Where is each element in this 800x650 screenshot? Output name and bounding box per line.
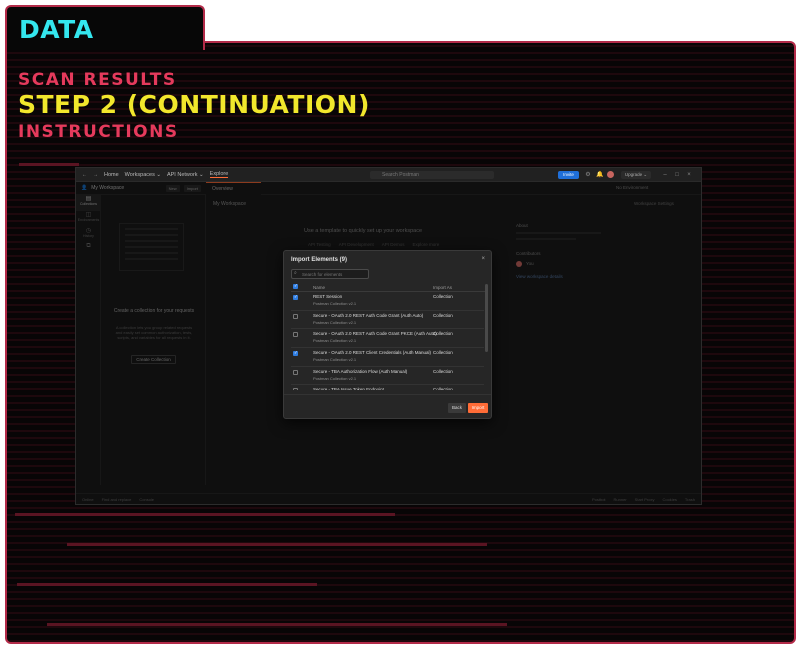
row-format: Postman Collection v2.1 — [313, 375, 357, 381]
row-checkbox[interactable] — [293, 313, 298, 319]
row-checkbox[interactable] — [293, 294, 298, 300]
row-checkbox[interactable] — [293, 350, 298, 357]
scanline-dash — [67, 543, 487, 546]
table-row[interactable]: Secure - OAuth 2.0 REST Auth Code Grant … — [291, 329, 484, 349]
row-format: Postman Collection v2.1 — [313, 338, 357, 344]
user-avatar[interactable] — [607, 171, 614, 178]
tab-join — [7, 40, 203, 44]
row-name: Secure - OAuth 2.0 REST Auth Code Grant … — [313, 312, 424, 318]
row-format: Postman Collection v2.1 — [313, 301, 357, 306]
select-all-checkbox[interactable] — [293, 283, 298, 289]
row-format: Postman Collection v2.1 — [313, 319, 357, 325]
element-search-input[interactable] — [291, 269, 369, 279]
scanline-dash — [19, 163, 79, 166]
settings-gear-icon[interactable]: ⚙ — [584, 171, 592, 179]
row-format: Postman Collection v2.1 — [313, 357, 357, 363]
element-list: REST Session Postman Collection v2.1 Colle… — [291, 292, 484, 390]
scan-results-label: SCAN RESULTS — [18, 70, 177, 90]
row-name: REST Session — [313, 294, 343, 299]
row-import-type[interactable]: Collection — [433, 369, 453, 374]
import-elements-dialog: Import Elements (9) × ⌕ Name Import As R… — [283, 250, 492, 419]
upgrade-button[interactable]: Upgrade ⌄ — [621, 171, 651, 179]
forward-arrow-icon[interactable]: → — [93, 172, 98, 178]
postman-window: ← → Home Workspaces ⌄ API Network ⌄ Expl… — [75, 167, 702, 505]
row-name: Secure - TBA Authorization Flow (Auth Ma… — [313, 368, 408, 374]
invite-button[interactable]: Invite — [558, 171, 579, 179]
step-title: STEP 2 (CONTINUATION) — [18, 90, 370, 119]
table-row[interactable]: Secure - OAuth 2.0 REST Client Credentia… — [291, 348, 484, 367]
scanline-dash — [47, 623, 507, 626]
back-arrow-icon[interactable]: ← — [82, 172, 87, 178]
table-row[interactable]: Secure - TBA Authorization Flow (Auth Ma… — [291, 367, 484, 386]
nav-home[interactable]: Home — [104, 172, 119, 178]
maximize-icon[interactable]: □ — [673, 171, 681, 179]
column-name: Name — [313, 285, 326, 290]
back-button[interactable]: Back — [448, 403, 466, 413]
global-search-input[interactable]: Search Postman — [370, 171, 494, 179]
nav-explore[interactable]: Explore — [209, 171, 229, 178]
row-import-type[interactable]: Collection — [433, 331, 453, 336]
search-icon: ⌕ — [294, 270, 297, 276]
table-row[interactable]: REST Session Postman Collection v2.1 Colle… — [291, 292, 484, 311]
table-row[interactable]: Secure - TBA Issue Token EndpointPostman… — [291, 385, 484, 390]
table-header: Name Import As — [291, 283, 487, 292]
dialog-footer-divider — [284, 394, 491, 395]
row-name: Secure - TBA Issue Token Endpoint — [313, 387, 384, 390]
nav-api-network[interactable]: API Network ⌄ — [167, 172, 204, 178]
row-import-type[interactable]: Collection — [433, 350, 453, 355]
column-import-as: Import As — [433, 285, 453, 290]
row-checkbox[interactable] — [293, 388, 298, 390]
row-name: Secure - OAuth 2.0 REST Client Credentia… — [313, 350, 431, 356]
row-import-type[interactable]: Collection — [433, 313, 453, 318]
section-headings: SCAN RESULTS STEP 2 (CONTINUATION) INSTR… — [18, 70, 370, 142]
dialog-title: Import Elements (9) — [291, 257, 348, 263]
row-import-type[interactable]: Collection — [433, 294, 453, 299]
scanline-dash — [17, 583, 317, 586]
row-import-type[interactable]: Collection — [433, 387, 453, 390]
minimize-icon[interactable]: – — [661, 171, 669, 179]
instructions-label: INSTRUCTIONS — [18, 122, 179, 142]
close-icon[interactable]: × — [481, 256, 485, 262]
row-checkbox[interactable] — [293, 332, 298, 338]
import-confirm-button[interactable]: Import — [468, 403, 488, 413]
scanline-dash — [15, 513, 395, 516]
row-name: Secure - OAuth 2.0 REST Auth Code Grant … — [313, 331, 437, 337]
nav-workspaces[interactable]: Workspaces ⌄ — [125, 172, 161, 178]
list-scrollbar[interactable] — [485, 284, 488, 352]
notification-bell-icon[interactable]: 🔔 — [596, 171, 604, 179]
row-checkbox[interactable] — [293, 369, 298, 375]
table-row[interactable]: Secure - OAuth 2.0 REST Auth Code Grant … — [291, 311, 484, 330]
close-window-icon[interactable]: × — [685, 171, 693, 179]
